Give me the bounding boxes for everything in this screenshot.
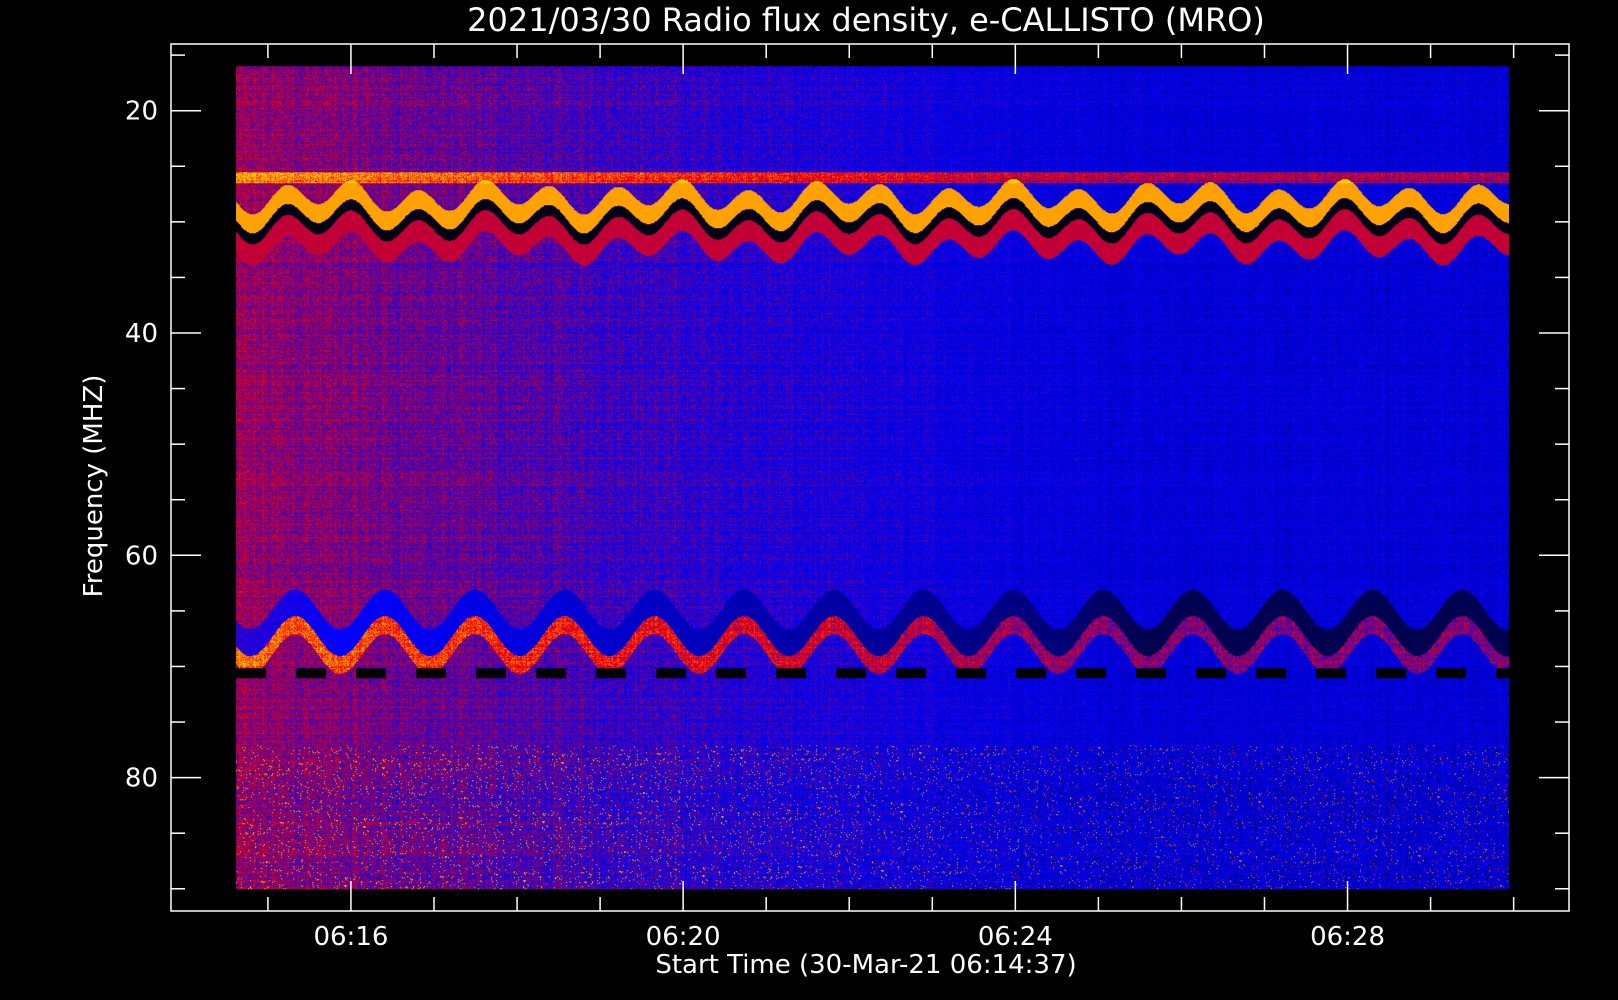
y-tick-label: 20 (125, 97, 158, 127)
x-tick-label: 06:24 (978, 922, 1053, 952)
spectrogram-chart: 2021/03/30 Radio flux density, e-CALLIST… (0, 0, 1618, 1000)
x-tick-label: 06:20 (646, 922, 721, 952)
x-tick-label: 06:16 (313, 922, 388, 952)
x-axis-label: Start Time (30-Mar-21 06:14:37) (655, 950, 1076, 980)
y-tick-label: 80 (125, 764, 158, 794)
spectrogram-heatmap (236, 66, 1510, 890)
y-tick-label: 60 (125, 541, 158, 571)
chart-title: 2021/03/30 Radio flux density, e-CALLIST… (467, 1, 1265, 39)
y-axis-label: Frequency (MHZ) (79, 375, 109, 598)
spectrogram-image (236, 66, 1510, 890)
y-tick-label: 40 (125, 319, 158, 349)
x-tick-label: 06:28 (1310, 922, 1385, 952)
